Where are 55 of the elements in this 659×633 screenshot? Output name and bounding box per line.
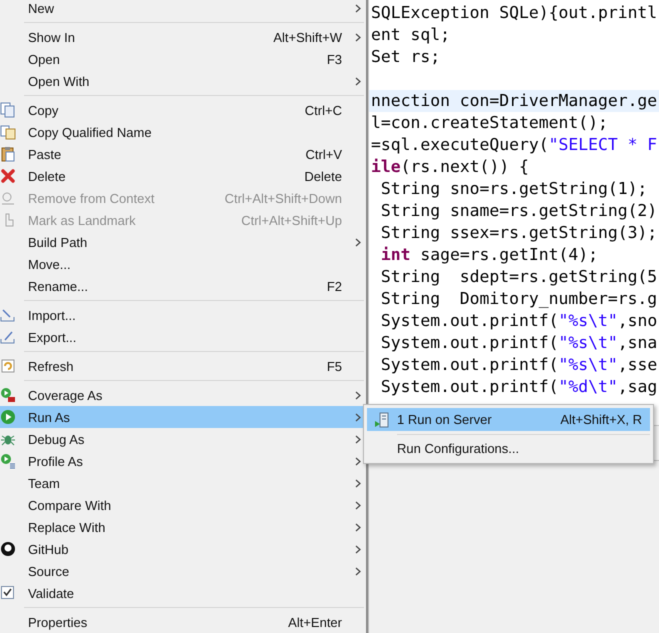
code-line: String sno=rs.getString(1); [380,178,648,200]
code-line: System.out.printf("%d\t",sag [380,376,658,398]
menu-item[interactable]: Import... [0,304,366,326]
menu-item[interactable]: 1 Run on Server Alt+Shift+X, R [367,408,650,431]
menu-item[interactable]: Run Configurations... [367,437,650,460]
code-line: System.out.printf("%s\t",sno [380,310,658,332]
github-icon [0,541,16,557]
menu-item[interactable]: Team [0,472,366,494]
code-line: SQLException SQLe){out.printl [370,2,658,24]
code-line: ile(rs.next()) { [370,156,530,178]
server-icon [374,412,390,428]
code-line: l=con.createStatement(); [370,112,609,134]
menu-item[interactable]: Move... [0,253,366,275]
menu-item[interactable]: Run As [0,406,366,428]
menu-item[interactable]: Refresh F5 [0,355,366,377]
menu-item[interactable]: Export... [0,326,366,348]
run-icon [0,409,16,425]
menu-item[interactable]: Replace With [0,516,366,538]
code-line: String sname=rs.getString(2) [380,200,658,222]
code-line: String ssex=rs.getString(3); [380,222,658,244]
delete-icon [0,168,16,184]
checkbox-icon [0,585,16,601]
coverage-icon [0,387,16,403]
code-line: String sdept=rs.getString(5 [380,266,658,288]
code-line: String Domitory_number=rs.g [380,288,658,310]
remove-icon [0,190,16,206]
import-icon [0,307,16,323]
menu-item[interactable]: New [0,0,366,19]
menu-item[interactable]: Source [0,560,366,582]
profile-icon [0,453,16,469]
code-line: =sql.executeQuery("SELECT * F [370,134,658,156]
menu-item[interactable]: Copy Ctrl+C [0,99,366,121]
refresh-icon [0,358,16,374]
menu-item[interactable]: Coverage As [0,384,366,406]
menu-item[interactable]: Properties Alt+Enter [0,611,366,633]
menu-item[interactable]: Validate [0,582,366,604]
code-line: System.out.printf("%s\t",sna [380,332,658,354]
menu-item[interactable]: Delete Delete [0,165,366,187]
menu-item[interactable]: Build Path [0,231,366,253]
menu-item[interactable]: Open F3 [0,48,366,70]
menu-item[interactable]: GitHub [0,538,366,560]
code-line: int sage=rs.getInt(4); [380,244,599,266]
menu-item[interactable]: Debug As [0,428,366,450]
menu-item[interactable]: Open With [0,70,366,92]
menu-item[interactable]: Compare With [0,494,366,516]
code-line: ent sql; [370,24,451,46]
export-icon [0,329,16,345]
code-line: Set rs; [370,46,442,68]
copy-icon [0,124,16,140]
menu-item[interactable]: Profile As [0,450,366,472]
code-line: System.out.printf("%s\t",sse [380,354,658,376]
menu-item[interactable]: Show In Alt+Shift+W [0,26,366,48]
menu-item[interactable]: Copy Qualified Name [0,121,366,143]
menu-item[interactable]: Rename... F2 [0,275,366,297]
menu-item[interactable]: Paste Ctrl+V [0,143,366,165]
